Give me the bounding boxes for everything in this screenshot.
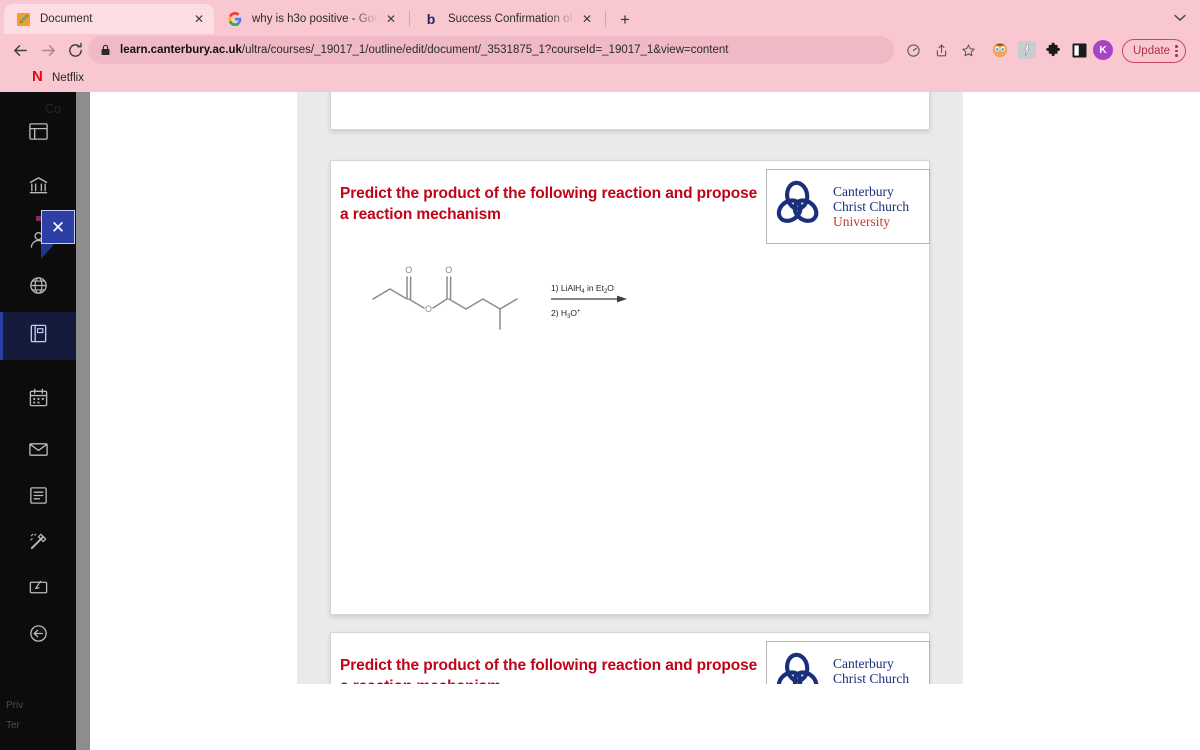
ccc-trefoil-logo [773, 651, 827, 684]
address-bar[interactable]: learn.canterbury.ac.uk/ultra/courses/_19… [88, 36, 894, 64]
sidebar-item-grades[interactable] [0, 474, 76, 522]
ccc-trefoil-logo [773, 179, 827, 234]
messages-envelope-icon [28, 439, 49, 465]
tab-divider [605, 11, 606, 27]
update-button-label: Update [1133, 45, 1171, 57]
back-button[interactable] [8, 38, 32, 62]
logo-wordmark: Canterbury Christ Church University [833, 656, 909, 684]
page-viewport: Priv Ter Co ✕ Predict the product of the… [0, 92, 1200, 750]
tab-title: why is h3o positive - Google Search [252, 13, 378, 25]
sidebar-item-collapse[interactable] [0, 612, 76, 660]
document-content-area[interactable]: Predict the product of the following rea… [297, 92, 963, 684]
content-bottom-mask [297, 684, 963, 750]
card-header: Predict the product of the following rea… [331, 161, 930, 249]
sidebar-item-messages[interactable] [0, 428, 76, 476]
new-tab-button[interactable]: + [614, 8, 636, 30]
split-screen-icon[interactable] [1068, 39, 1090, 61]
globe-activity-icon [28, 275, 49, 301]
page-title: Predict the product of the following rea… [340, 185, 758, 224]
course-panel: Co [45, 92, 297, 750]
close-icon: ✕ [50, 217, 66, 237]
tab-blackboard[interactable]: b Success Confirmation of Question ✕ [412, 4, 602, 34]
reagent-line-2: 2) H3O+ [551, 308, 581, 320]
card-header: Predict the product of the following rea… [331, 633, 930, 684]
update-button[interactable]: Update [1122, 39, 1186, 63]
course-panel-title: Co [45, 102, 61, 116]
tab-google-search[interactable]: why is h3o positive - Google Search ✕ [216, 4, 406, 34]
reagent-line-1: 1) LiAlH4 in Et2O [551, 283, 614, 295]
sidebar-item-feedback[interactable] [0, 566, 76, 614]
bank-institution-icon [28, 175, 49, 201]
tab-close-button[interactable]: ✕ [382, 10, 400, 28]
grades-list-icon [28, 485, 49, 511]
bookmark-netflix[interactable]: N Netflix [32, 68, 84, 85]
sign-out-panel-icon [28, 577, 49, 603]
browser-toolbar: learn.canterbury.ac.uk/ultra/courses/_19… [0, 34, 1200, 66]
collapse-arrow-icon [28, 623, 49, 649]
svg-text:O: O [405, 265, 412, 275]
rail-scrim [76, 92, 90, 750]
url-text: learn.canterbury.ac.uk/ultra/courses/_19… [120, 44, 728, 56]
blackboard-icon: b [426, 11, 436, 27]
logo-line-2: Christ Church [833, 198, 910, 214]
url-domain: learn.canterbury.ac.uk [120, 44, 242, 56]
document-card[interactable]: Predict the product of the following rea… [330, 160, 930, 615]
bookmarks-bar: N Netflix [0, 66, 1200, 92]
netflix-icon: N [32, 68, 43, 85]
tab-close-button[interactable]: ✕ [578, 10, 596, 28]
honey-extension-icon[interactable] [989, 39, 1011, 61]
callout-anchor-dot [36, 216, 41, 221]
svg-text:O: O [425, 304, 432, 314]
calendar-icon [28, 387, 49, 413]
logo-wordmark: Canterbury Christ Church University [833, 184, 909, 229]
url-path: /ultra/courses/_19017_1/outline/edit/doc… [241, 44, 729, 56]
page-title: Predict the product of the following rea… [340, 657, 758, 684]
university-logo: Canterbury Christ Church University [766, 641, 930, 684]
sidebar-item-courses[interactable] [0, 312, 76, 360]
document-card-next[interactable]: Predict the product of the following rea… [330, 632, 930, 684]
rail-terms-link[interactable]: Ter [6, 720, 76, 731]
chevron-down-icon[interactable] [1170, 10, 1190, 26]
document-pencil-icon [15, 11, 31, 27]
svg-text:O: O [445, 265, 452, 275]
rail-privacy-link[interactable]: Priv [6, 700, 76, 711]
profile-avatar[interactable]: K [1093, 40, 1113, 60]
sidebar-item-calendar[interactable] [0, 376, 76, 424]
document-card-previous[interactable] [330, 92, 930, 130]
google-icon [227, 11, 243, 27]
app-rail: Priv Ter [0, 92, 76, 750]
logo-line-1: Canterbury [833, 655, 894, 671]
tab-title: Success Confirmation of Question [448, 13, 574, 25]
tab-divider [409, 11, 410, 27]
performance-icon[interactable] [902, 39, 924, 61]
tools-icon [28, 531, 49, 557]
sidebar-item-activity[interactable] [0, 264, 76, 312]
sidebar-item-tools[interactable] [0, 520, 76, 568]
tab-title: Document [40, 13, 93, 25]
tab-strip: Document ✕ why is h3o positive - Google … [0, 0, 1200, 34]
chrome-menu-icon[interactable] [1175, 45, 1178, 57]
bookmark-star-icon[interactable] [957, 39, 979, 61]
logo-line-1: Canterbury [833, 183, 894, 199]
bookmark-label: Netflix [52, 71, 84, 84]
grammarly-extension-icon[interactable] [1016, 39, 1038, 61]
institution-page-icon [28, 121, 49, 147]
logo-line-2: Christ Church [833, 670, 910, 684]
puzzle-extensions-icon[interactable] [1042, 39, 1064, 61]
browser-chrome: Document ✕ why is h3o positive - Google … [0, 0, 1200, 92]
university-logo: Canterbury Christ Church University [766, 169, 930, 244]
reload-button[interactable] [63, 38, 87, 62]
tab-document[interactable]: Document ✕ [4, 4, 214, 34]
tab-close-button[interactable]: ✕ [190, 10, 208, 28]
close-panel-callout-button[interactable]: ✕ [41, 210, 75, 244]
logo-line-3: University [833, 214, 890, 230]
forward-button[interactable] [36, 38, 60, 62]
sidebar-item-institution[interactable] [0, 164, 76, 212]
sidebar-item-institution-page[interactable] [0, 110, 76, 158]
share-icon[interactable] [930, 39, 952, 61]
lock-icon [100, 44, 112, 56]
screen: Document ✕ why is h3o positive - Google … [0, 0, 1200, 750]
courses-book-icon [28, 323, 49, 349]
